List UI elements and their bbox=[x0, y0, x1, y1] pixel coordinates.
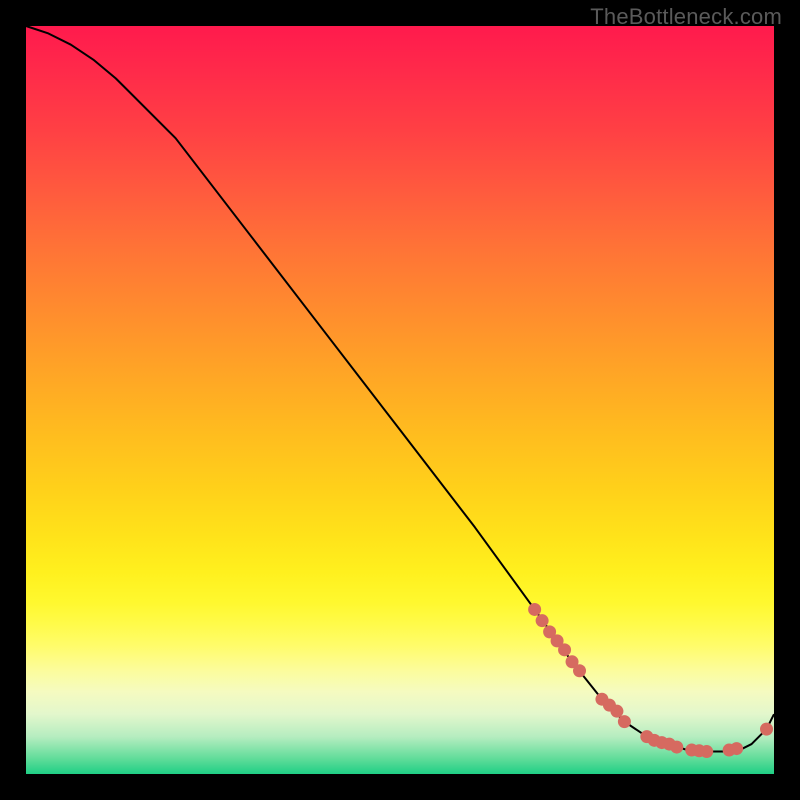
data-marker bbox=[558, 643, 571, 656]
data-marker bbox=[670, 741, 683, 754]
data-marker bbox=[610, 705, 623, 718]
data-marker bbox=[700, 745, 713, 758]
marker-group bbox=[528, 603, 773, 758]
data-marker bbox=[573, 664, 586, 677]
data-marker bbox=[730, 742, 743, 755]
curve-svg bbox=[26, 26, 774, 774]
data-marker bbox=[528, 603, 541, 616]
data-marker bbox=[760, 723, 773, 736]
bottleneck-curve bbox=[26, 26, 774, 752]
plot-area bbox=[26, 26, 774, 774]
data-marker bbox=[536, 614, 549, 627]
chart-container: TheBottleneck.com bbox=[0, 0, 800, 800]
data-marker bbox=[618, 715, 631, 728]
